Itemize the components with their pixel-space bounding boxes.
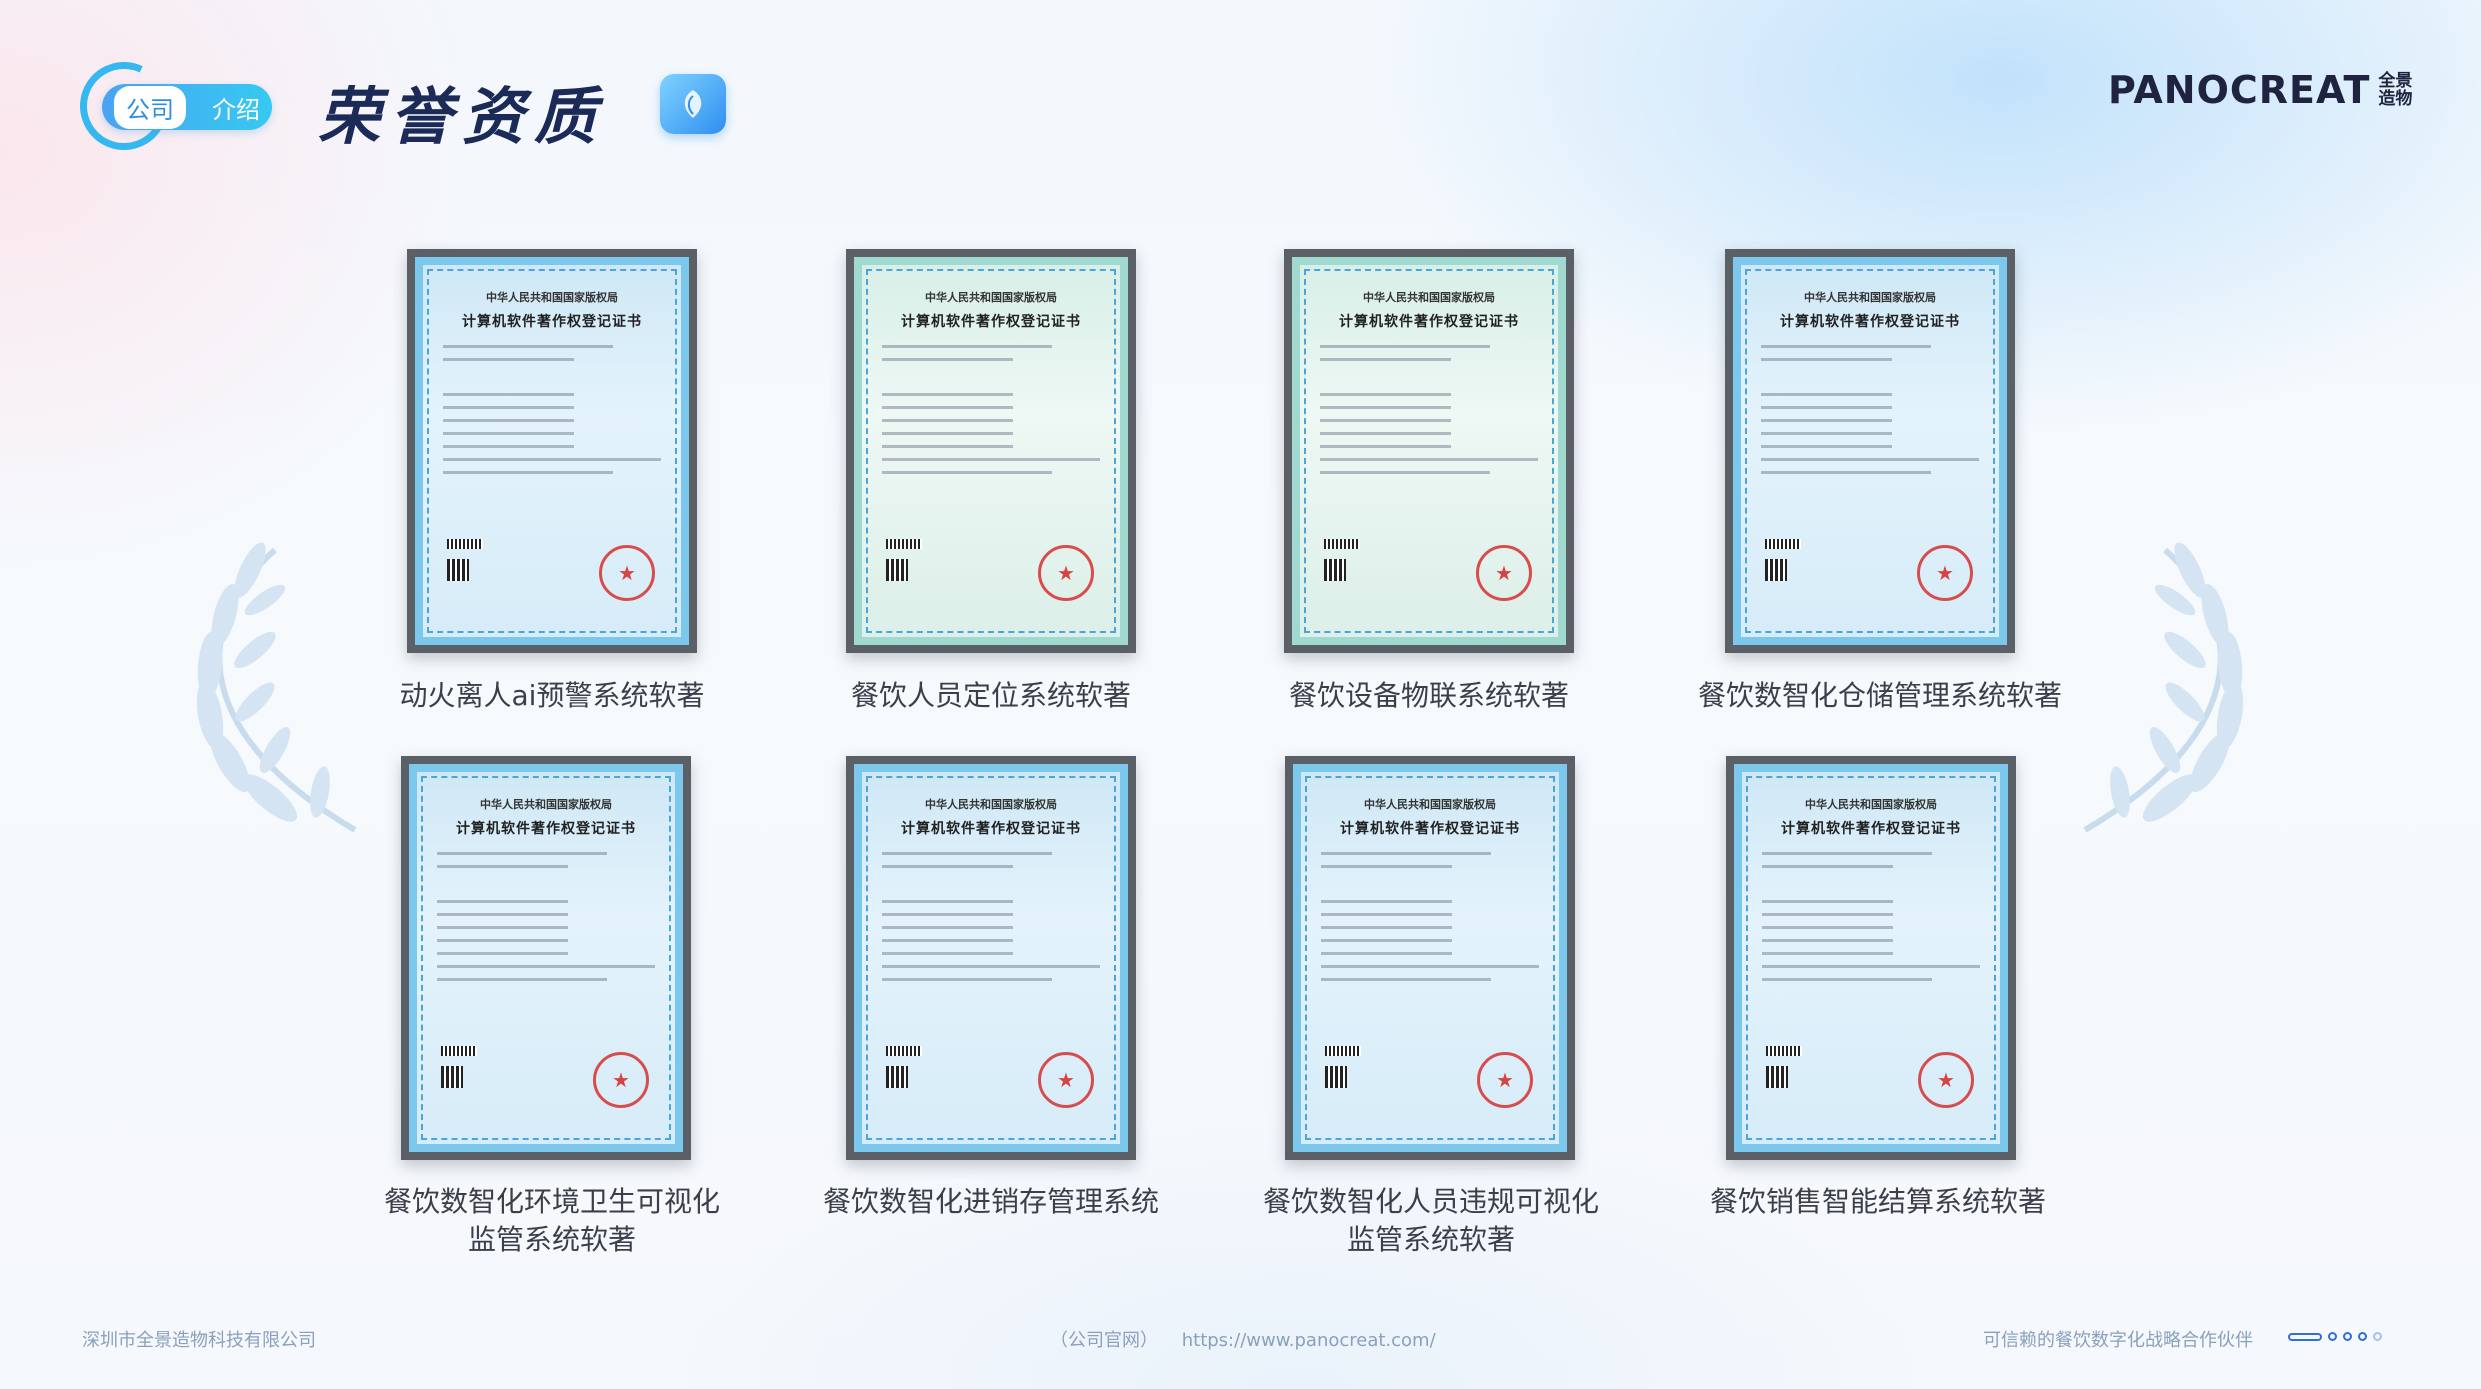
caption-line: 监管系统软著 bbox=[467, 1223, 636, 1256]
certificate-image: 中华人民共和国国家版权局 计算机软件著作权登记证书 ★ bbox=[401, 756, 691, 1160]
caption-line: 餐饮数智化人员违规可视化 bbox=[1262, 1185, 1599, 1218]
caption-line: 餐饮数智化环境卫生可视化 bbox=[383, 1185, 720, 1218]
pagination-dot-icon bbox=[2328, 1332, 2337, 1341]
badge-label-left: 公司 bbox=[114, 85, 186, 129]
pagination-dot-icon bbox=[2358, 1332, 2367, 1341]
cert-issuer: 中华人民共和国国家版权局 bbox=[1364, 798, 1496, 811]
section-badge: 公司 介绍 bbox=[67, 49, 280, 163]
cert-issuer: 中华人民共和国国家版权局 bbox=[925, 291, 1057, 304]
cert-issuer: 中华人民共和国国家版权局 bbox=[480, 798, 612, 811]
cert-heading: 计算机软件著作权登记证书 bbox=[456, 821, 636, 837]
pagination-indicator bbox=[2288, 1332, 2382, 1341]
pagination-active-icon bbox=[2288, 1332, 2322, 1341]
cert-heading: 计算机软件著作权登记证书 bbox=[1339, 314, 1519, 330]
brand-logo: PANOCREAT 全景 造物 bbox=[2108, 68, 2412, 112]
badge-pill: 公司 介绍 bbox=[102, 84, 272, 130]
cert-heading: 计算机软件著作权登记证书 bbox=[901, 314, 1081, 330]
certificate-image: 中华人民共和国国家版权局 计算机软件著作权登记证书 ★ bbox=[407, 249, 697, 653]
caption-line: 监管系统软著 bbox=[1346, 1223, 1515, 1256]
footer-website: （公司官网） https://www.panocreat.com/ bbox=[1050, 1326, 1436, 1352]
certificate-caption: 餐饮数智化进销存管理系统 bbox=[822, 1185, 1159, 1218]
footer-website-label: （公司官网） bbox=[1050, 1330, 1158, 1351]
pagination-dot-icon bbox=[2373, 1332, 2382, 1341]
badge-label-right: 介绍 bbox=[212, 95, 260, 124]
certificate-caption: 餐饮设备物联系统软著 bbox=[1288, 679, 1569, 712]
title-decoration-icon bbox=[660, 74, 726, 134]
cert-issuer: 中华人民共和国国家版权局 bbox=[1805, 798, 1937, 811]
pagination-dot-icon bbox=[2343, 1332, 2352, 1341]
brand-subtitle: 全景 造物 bbox=[2378, 72, 2412, 108]
certificate-image: 中华人民共和国国家版权局 计算机软件著作权登记证书 ★ bbox=[1726, 756, 2016, 1160]
certificate-caption: 餐饮数智化人员违规可视化 监管系统软著 bbox=[1221, 1183, 1641, 1259]
certificate-image: 中华人民共和国国家版权局 计算机软件著作权登记证书 ★ bbox=[846, 756, 1136, 1160]
cert-heading: 计算机软件著作权登记证书 bbox=[1340, 821, 1520, 837]
certificate-caption: 餐饮销售智能结算系统软著 bbox=[1709, 1185, 2046, 1218]
certificate-caption: 餐饮人员定位系统软著 bbox=[850, 679, 1131, 712]
cert-issuer: 中华人民共和国国家版权局 bbox=[486, 291, 618, 304]
page-title: 荣誉资质 bbox=[318, 80, 607, 153]
certificate-image: 中华人民共和国国家版权局 计算机软件著作权登记证书 ★ bbox=[1285, 756, 1575, 1160]
footer-company: 深圳市全景造物科技有限公司 bbox=[82, 1330, 316, 1351]
certificate-caption: 动火离人ai预警系统软著 bbox=[399, 679, 705, 712]
brand-name: PANOCREAT bbox=[2108, 68, 2371, 112]
certificate-caption: 餐饮数智化环境卫生可视化 监管系统软著 bbox=[342, 1183, 762, 1259]
cert-heading: 计算机软件著作权登记证书 bbox=[901, 821, 1081, 837]
certificate-image: 中华人民共和国国家版权局 计算机软件著作权登记证书 ★ bbox=[1284, 249, 1574, 653]
footer-slogan: 可信赖的餐饮数字化战略合作伙伴 bbox=[1983, 1330, 2253, 1351]
cert-heading: 计算机软件著作权登记证书 bbox=[1780, 314, 1960, 330]
brand-sub-line-1: 全景 bbox=[2378, 71, 2413, 91]
cert-issuer: 中华人民共和国国家版权局 bbox=[925, 798, 1057, 811]
cert-issuer: 中华人民共和国国家版权局 bbox=[1363, 291, 1495, 304]
certificate-image: 中华人民共和国国家版权局 计算机软件著作权登记证书 ★ bbox=[846, 249, 1136, 653]
brand-sub-line-2: 造物 bbox=[2378, 89, 2413, 109]
certificate-image: 中华人民共和国国家版权局 计算机软件著作权登记证书 ★ bbox=[1725, 249, 2015, 653]
footer-website-link[interactable]: https://www.panocreat.com/ bbox=[1182, 1330, 1436, 1351]
cert-issuer: 中华人民共和国国家版权局 bbox=[1804, 291, 1936, 304]
cert-heading: 计算机软件著作权登记证书 bbox=[1781, 821, 1961, 837]
certificate-caption: 餐饮数智化仓储管理系统软著 bbox=[1697, 679, 2062, 712]
cert-heading: 计算机软件著作权登记证书 bbox=[462, 314, 642, 330]
